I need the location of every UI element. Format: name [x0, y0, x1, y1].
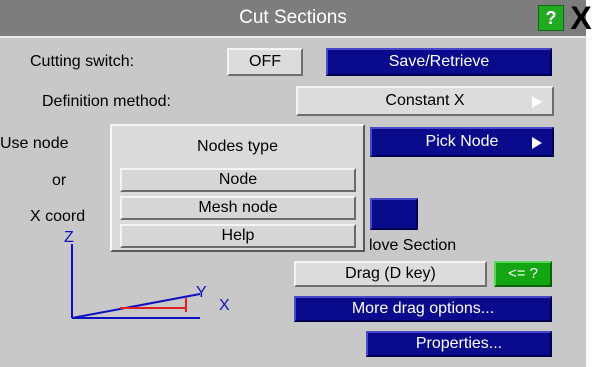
- popup-title: Nodes type: [197, 138, 278, 155]
- definition-method-value: Constant X: [385, 92, 465, 109]
- nodes-type-popup: Nodes type Node Mesh node Help: [110, 124, 365, 252]
- help-button[interactable]: ?: [538, 5, 564, 31]
- pick-node-label: Pick Node: [425, 133, 499, 150]
- cutting-switch-label: Cutting switch:: [30, 53, 135, 70]
- move-section-label: love Section: [369, 237, 457, 254]
- submenu-arrow-icon: [532, 137, 542, 149]
- drag-button[interactable]: Drag (D key): [294, 261, 487, 287]
- pick-node-button[interactable]: Pick Node: [370, 127, 554, 157]
- title-bar: Cut Sections ?: [0, 0, 586, 38]
- drag-help-button[interactable]: <= ?: [494, 261, 552, 287]
- popup-item-node[interactable]: Node: [120, 168, 356, 192]
- definition-method-dropdown[interactable]: Constant X: [296, 86, 554, 116]
- or-label: or: [52, 172, 67, 189]
- save-retrieve-button[interactable]: Save/Retrieve: [326, 48, 552, 76]
- popup-item-help[interactable]: Help: [120, 224, 356, 248]
- use-node-label: Use node: [0, 135, 69, 152]
- popup-item-mesh-node[interactable]: Mesh node: [120, 196, 356, 220]
- y-axis-label: Y: [196, 284, 207, 301]
- cut-sections-panel: Cut Sections ? X Cutting switch: OFF Sav…: [0, 0, 592, 367]
- z-axis-label: Z: [64, 229, 74, 246]
- properties-button[interactable]: Properties...: [366, 331, 552, 357]
- window-title: Cut Sections: [239, 7, 347, 28]
- definition-method-label: Definition method:: [42, 93, 171, 110]
- close-icon[interactable]: X: [566, 2, 596, 34]
- x-coord-field[interactable]: [370, 198, 418, 230]
- x-coord-label: X coord: [30, 208, 86, 225]
- cutting-switch-toggle[interactable]: OFF: [227, 48, 303, 76]
- y-axis-line: [71, 293, 201, 319]
- x-axis-label: X: [219, 297, 230, 314]
- submenu-arrow-icon: [532, 96, 542, 108]
- more-drag-options-button[interactable]: More drag options...: [294, 296, 552, 322]
